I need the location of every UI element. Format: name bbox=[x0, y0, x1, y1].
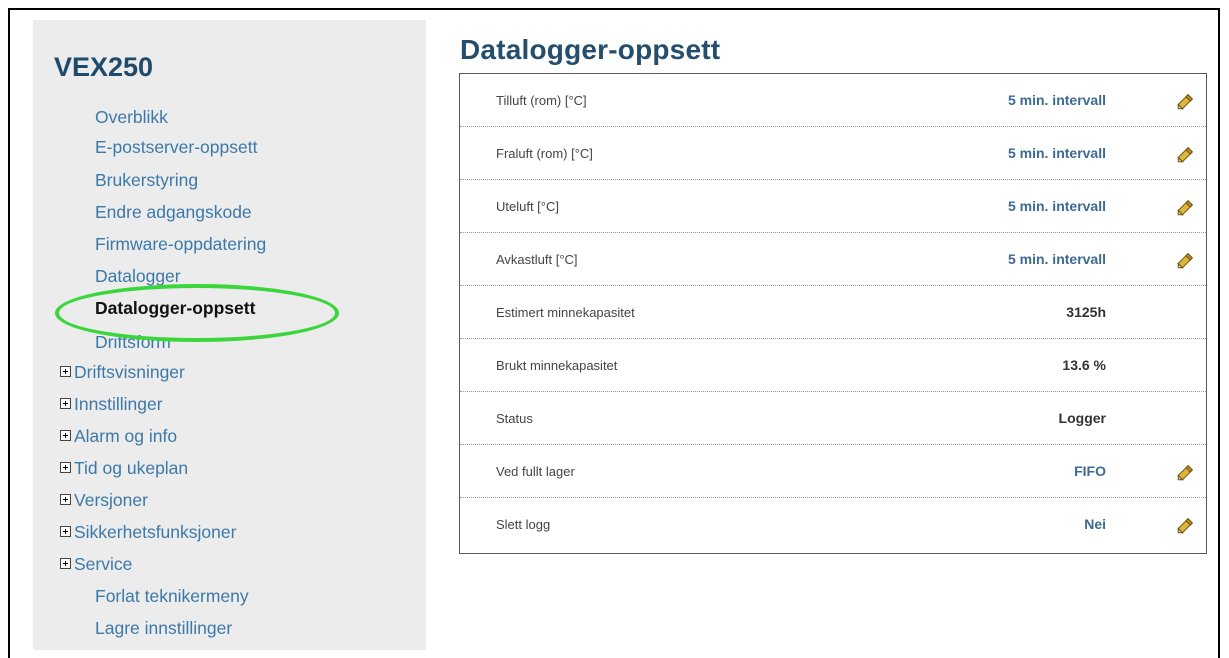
setting-value: 3125h bbox=[1066, 304, 1106, 320]
expand-plus-icon[interactable] bbox=[60, 429, 71, 441]
setting-label: Tilluft (rom) [°C] bbox=[496, 93, 587, 108]
setting-value[interactable]: 5 min. intervall bbox=[1008, 251, 1106, 267]
sidebar-item-label: Firmware-oppdatering bbox=[95, 234, 267, 254]
sidebar-item-label: Overblikk bbox=[95, 107, 168, 127]
sidebar-item[interactable]: Driftsvisninger bbox=[60, 362, 185, 383]
settings-row: Fraluft (rom) [°C] 5 min. intervall bbox=[460, 127, 1206, 180]
expand-plus-icon[interactable] bbox=[60, 461, 71, 473]
settings-row: Ved fullt lager FIFO bbox=[460, 445, 1206, 498]
sidebar-item-label: Innstillinger bbox=[74, 394, 163, 414]
page-title: Datalogger-oppsett bbox=[460, 34, 721, 65]
sidebar-item[interactable]: Datalogger bbox=[95, 266, 181, 287]
sidebar-item-label: Lagre innstillinger bbox=[95, 618, 233, 638]
setting-value[interactable]: FIFO bbox=[1074, 463, 1106, 479]
setting-label: Avkastluft [°C] bbox=[496, 252, 578, 267]
settings-row: Avkastluft [°C] 5 min. intervall bbox=[460, 233, 1206, 286]
sidebar-item-label: Alarm og info bbox=[74, 426, 178, 446]
sidebar-item[interactable]: Driftsform bbox=[95, 332, 171, 353]
settings-row: Uteluft [°C] 5 min. intervall bbox=[460, 180, 1206, 233]
settings-row: Estimert minnekapasitet 3125h bbox=[460, 286, 1206, 339]
sidebar-item-label: Sikkerhetsfunksjoner bbox=[74, 522, 237, 542]
setting-label: Slett logg bbox=[496, 517, 551, 532]
sidebar-item[interactable]: Forlat teknikermeny bbox=[95, 586, 249, 607]
sidebar-item-label: Driftsform bbox=[95, 332, 171, 352]
expand-plus-icon[interactable] bbox=[60, 365, 71, 377]
sidebar-item[interactable]: Versjoner bbox=[60, 490, 148, 511]
setting-value[interactable]: Nei bbox=[1084, 516, 1106, 532]
setting-value[interactable]: 5 min. intervall bbox=[1008, 198, 1106, 214]
setting-label: Estimert minnekapasitet bbox=[496, 305, 635, 320]
pencil-icon[interactable] bbox=[1175, 461, 1197, 483]
pencil-icon[interactable] bbox=[1175, 196, 1197, 218]
sidebar-item-label: Tid og ukeplan bbox=[74, 458, 189, 478]
sidebar-item[interactable]: Endre adgangskode bbox=[95, 202, 252, 223]
sidebar-item[interactable]: Brukerstyring bbox=[95, 170, 198, 191]
expand-plus-icon[interactable] bbox=[60, 557, 71, 569]
sidebar-item-label: Forlat teknikermeny bbox=[95, 586, 249, 606]
setting-label: Brukt minnekapasitet bbox=[496, 358, 618, 373]
setting-value: Logger bbox=[1058, 410, 1106, 426]
sidebar-item-label: Datalogger-oppsett bbox=[95, 298, 256, 318]
settings-row: Slett logg Nei bbox=[460, 498, 1206, 551]
sidebar-item[interactable]: Alarm og info bbox=[60, 426, 177, 447]
sidebar-item-label: Driftsvisninger bbox=[74, 362, 185, 382]
sidebar-item-label: Datalogger bbox=[95, 266, 181, 286]
sidebar-item-label: Endre adgangskode bbox=[95, 202, 252, 222]
sidebar-item[interactable]: Sikkerhetsfunksjoner bbox=[60, 522, 236, 543]
sidebar-item-label: Service bbox=[74, 554, 133, 574]
setting-value[interactable]: 5 min. intervall bbox=[1008, 145, 1106, 161]
settings-row: Tilluft (rom) [°C] 5 min. intervall bbox=[460, 74, 1206, 127]
sidebar-item-label: E-postserver-oppsett bbox=[95, 137, 258, 157]
expand-plus-icon[interactable] bbox=[60, 525, 71, 537]
settings-row: Status Logger bbox=[460, 392, 1206, 445]
setting-label: Uteluft [°C] bbox=[496, 199, 559, 214]
settings-row: Brukt minnekapasitet 13.6 % bbox=[460, 339, 1206, 392]
setting-label: Status bbox=[496, 411, 533, 426]
setting-label: Ved fullt lager bbox=[496, 464, 575, 479]
pencil-icon[interactable] bbox=[1175, 514, 1197, 536]
sidebar: VEX250 Overblikk E-postserver-oppsett Bruk… bbox=[33, 20, 426, 650]
sidebar-item[interactable]: Datalogger-oppsett bbox=[95, 298, 255, 319]
pencil-icon[interactable] bbox=[1175, 143, 1197, 165]
sidebar-item[interactable]: Firmware-oppdatering bbox=[95, 234, 266, 255]
setting-label: Fraluft (rom) [°C] bbox=[496, 146, 593, 161]
expand-plus-icon[interactable] bbox=[60, 397, 71, 409]
setting-value[interactable]: 5 min. intervall bbox=[1008, 92, 1106, 108]
sidebar-item[interactable]: E-postserver-oppsett bbox=[95, 137, 257, 158]
sidebar-item[interactable]: Innstillinger bbox=[60, 394, 163, 415]
expand-plus-icon[interactable] bbox=[60, 493, 71, 505]
sidebar-item-label: Brukerstyring bbox=[95, 170, 199, 190]
sidebar-item-label: Versjoner bbox=[74, 490, 148, 510]
device-title: VEX250 bbox=[54, 52, 154, 82]
setting-value: 13.6 % bbox=[1062, 357, 1106, 373]
pencil-icon[interactable] bbox=[1175, 90, 1197, 112]
sidebar-item[interactable]: Service bbox=[60, 554, 132, 575]
sidebar-item[interactable]: Lagre innstillinger bbox=[95, 618, 232, 639]
settings-panel: Tilluft (rom) [°C] 5 min. intervall Fraluf… bbox=[459, 73, 1207, 554]
sidebar-item[interactable]: Overblikk bbox=[95, 107, 168, 128]
pencil-icon[interactable] bbox=[1175, 249, 1197, 271]
sidebar-item[interactable]: Tid og ukeplan bbox=[60, 458, 188, 479]
